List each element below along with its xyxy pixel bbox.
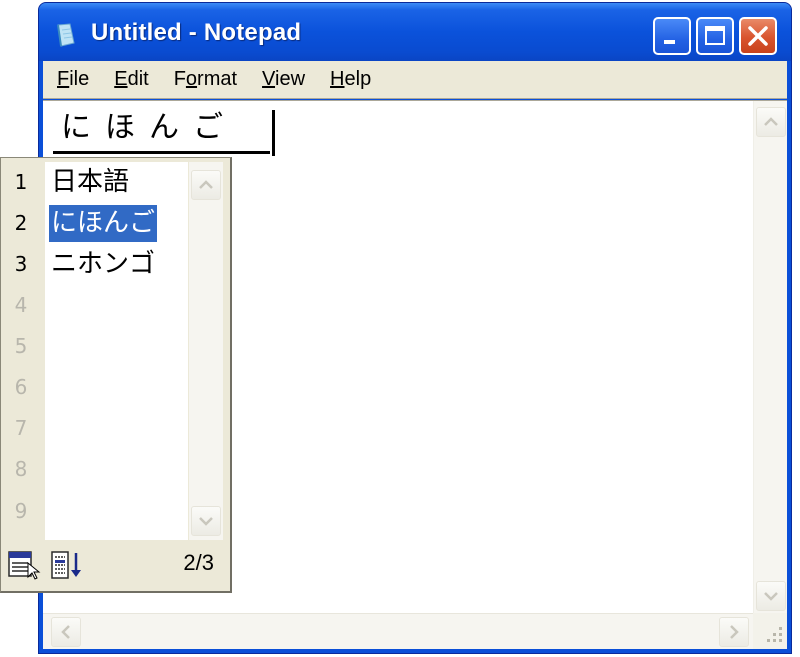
menu-edit-accel: E — [114, 68, 128, 90]
chevron-up-icon — [199, 180, 213, 189]
horizontal-scrollbar[interactable] — [43, 613, 753, 649]
candidate-number: 6 — [14, 375, 28, 399]
maximize-icon — [705, 26, 725, 45]
menu-view[interactable]: View — [262, 68, 305, 91]
text-caret — [272, 110, 275, 156]
candidate-footer: 2/3 — [1, 543, 230, 591]
ime-composition-text: にほんご — [61, 110, 237, 145]
menu-format-pre: F — [173, 68, 186, 90]
candidate-scroll-up-button[interactable] — [191, 170, 221, 200]
candidate-text: 日本語 — [51, 167, 130, 197]
candidate-text: にほんご — [49, 205, 158, 242]
sort-list-icon[interactable] — [49, 549, 85, 581]
menu-bar: File Edit Format View Help — [43, 61, 787, 99]
scroll-up-button[interactable] — [756, 107, 786, 137]
candidate-number: 3 — [14, 252, 28, 276]
vertical-scrollbar[interactable] — [753, 101, 787, 613]
scroll-down-button[interactable] — [756, 581, 786, 611]
minimize-button[interactable] — [653, 17, 691, 55]
menu-help-accel: H — [330, 68, 345, 90]
menu-format-accel: o — [185, 68, 198, 90]
candidate-text: ニホンゴ — [51, 249, 156, 279]
scroll-right-button[interactable] — [719, 617, 749, 647]
minimize-icon — [664, 40, 675, 44]
chevron-down-icon — [764, 592, 778, 601]
candidate-number: 2 — [14, 211, 28, 235]
chevron-left-icon — [61, 625, 70, 639]
candidate-number: 4 — [14, 293, 28, 317]
menu-help-label: elp — [344, 68, 372, 90]
candidate-scroll-down-button[interactable] — [191, 506, 221, 536]
chevron-right-icon — [730, 625, 739, 639]
menu-file[interactable]: File — [57, 68, 89, 91]
scroll-left-button[interactable] — [51, 617, 81, 647]
notepad-icon[interactable] — [55, 23, 77, 47]
chevron-down-icon — [199, 517, 213, 526]
menu-help[interactable]: Help — [330, 68, 371, 91]
maximize-button[interactable] — [696, 17, 734, 55]
resize-grip-icon — [767, 627, 782, 642]
menu-edit-label: dit — [127, 68, 149, 90]
ime-candidate-window: 1 日本語 2 にほんご 3 ニホンゴ 4 5 6 7 8 9 2/3 — [0, 157, 232, 593]
candidate-number: 8 — [14, 457, 28, 481]
window-title: Untitled - Notepad — [91, 19, 302, 46]
close-button[interactable] — [739, 17, 777, 55]
candidate-number: 1 — [14, 170, 28, 194]
title-bar[interactable]: Untitled - Notepad — [39, 3, 791, 61]
chevron-up-icon — [764, 117, 778, 126]
candidate-number: 7 — [14, 416, 28, 440]
menu-view-accel: V — [262, 68, 276, 90]
close-icon — [748, 26, 768, 46]
menu-view-label: iew — [275, 68, 306, 90]
menu-edit[interactable]: Edit — [114, 68, 148, 91]
candidate-number: 9 — [14, 499, 28, 523]
candidate-list-icon[interactable] — [7, 549, 43, 581]
menu-file-accel: F — [57, 68, 70, 90]
menu-format-label: rmat — [197, 68, 238, 90]
composition-underline — [53, 151, 270, 154]
candidate-scrollbar[interactable] — [189, 162, 223, 540]
candidate-number: 5 — [14, 334, 28, 358]
menu-file-label: ile — [69, 68, 90, 90]
resize-grip[interactable] — [753, 613, 787, 649]
menu-format[interactable]: Format — [174, 68, 237, 91]
candidate-page-indicator: 2/3 — [183, 550, 214, 575]
